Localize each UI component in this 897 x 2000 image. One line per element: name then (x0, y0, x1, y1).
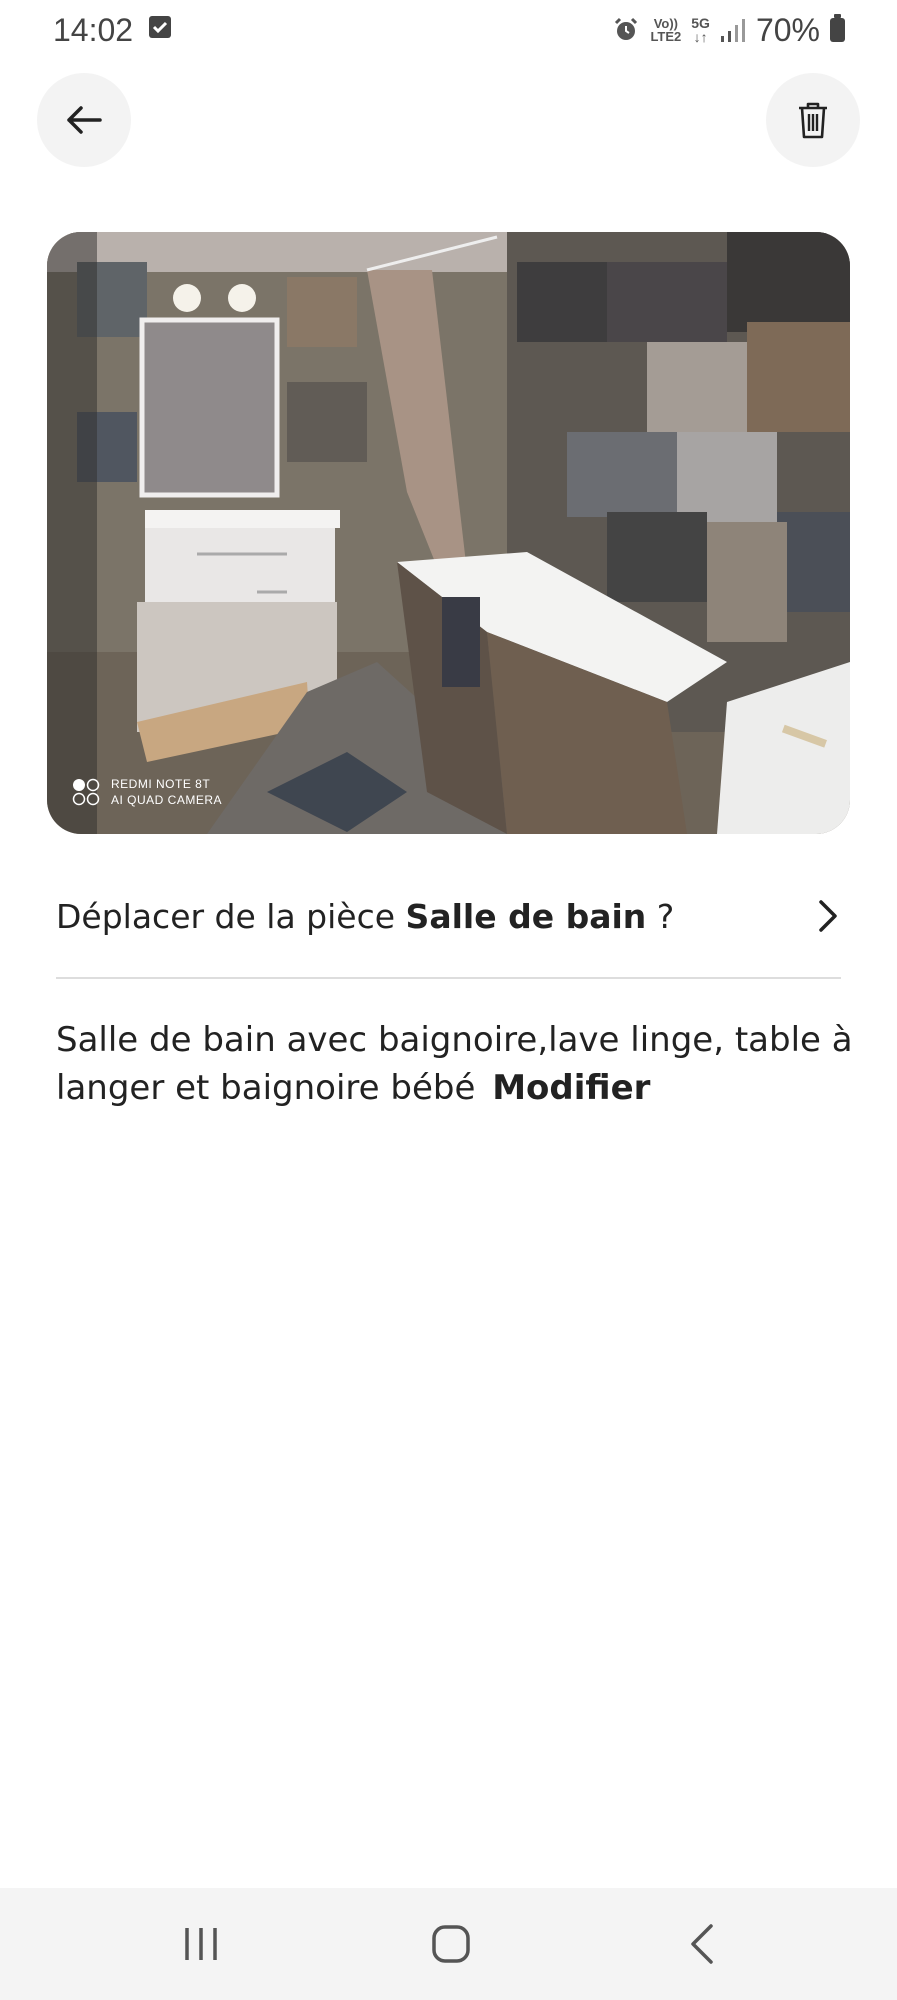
trash-icon (799, 102, 827, 139)
recent-apps-button[interactable] (171, 1916, 231, 1972)
system-back-button[interactable] (672, 1916, 732, 1972)
photo-caption: Salle de bain avec baignoire,lave linge,… (56, 1016, 856, 1112)
signal-icon (720, 19, 745, 42)
delete-button[interactable] (766, 73, 860, 167)
recent-apps-icon (185, 1928, 217, 1960)
battery-percent: 70% (755, 11, 820, 48)
room-photo[interactable]: REDMI NOTE 8T AI QUAD CAMERA (47, 232, 850, 834)
caption-text: Salle de bain avec baignoire,lave linge,… (56, 1020, 853, 1108)
home-icon (432, 1925, 470, 1963)
home-button[interactable] (421, 1916, 481, 1972)
alarm-icon (615, 17, 638, 40)
chevron-right-icon (819, 900, 837, 932)
arrow-left-icon (67, 106, 102, 134)
divider (56, 977, 841, 979)
bathroom-photo-image (47, 232, 850, 834)
move-room-text: Déplacer de la pièce Salle de bain ? (56, 897, 674, 936)
volte-indicator: Vo)) LTE2 (650, 16, 682, 44)
move-room-row[interactable]: Déplacer de la pièce Salle de bain ? (56, 886, 841, 946)
edit-caption-link[interactable]: Modifier (492, 1068, 650, 1108)
current-room-name: Salle de bain (405, 896, 647, 936)
chevron-left-icon (691, 1924, 713, 1964)
camera-watermark: REDMI NOTE 8T AI QUAD CAMERA (71, 776, 222, 808)
checkbox-notification-icon (149, 16, 171, 38)
watermark-line2: AI QUAD CAMERA (111, 793, 223, 807)
back-button[interactable] (37, 73, 131, 167)
status-bar: 14:02 Vo)) LTE2 5G ↓↑ 70% (0, 0, 897, 60)
network-5g-indicator: 5G ↓↑ (691, 15, 710, 45)
battery-icon (830, 14, 845, 42)
system-nav-bar (0, 1888, 897, 2000)
camera-lens-icon (72, 778, 100, 806)
move-room-suffix: ? (656, 896, 675, 936)
move-room-prefix: Déplacer de la pièce (56, 896, 396, 936)
watermark-line1: REDMI NOTE 8T (111, 777, 211, 791)
status-time: 14:02 (53, 12, 134, 48)
status-indicators: Vo)) LTE2 5G ↓↑ 70% (612, 10, 845, 50)
